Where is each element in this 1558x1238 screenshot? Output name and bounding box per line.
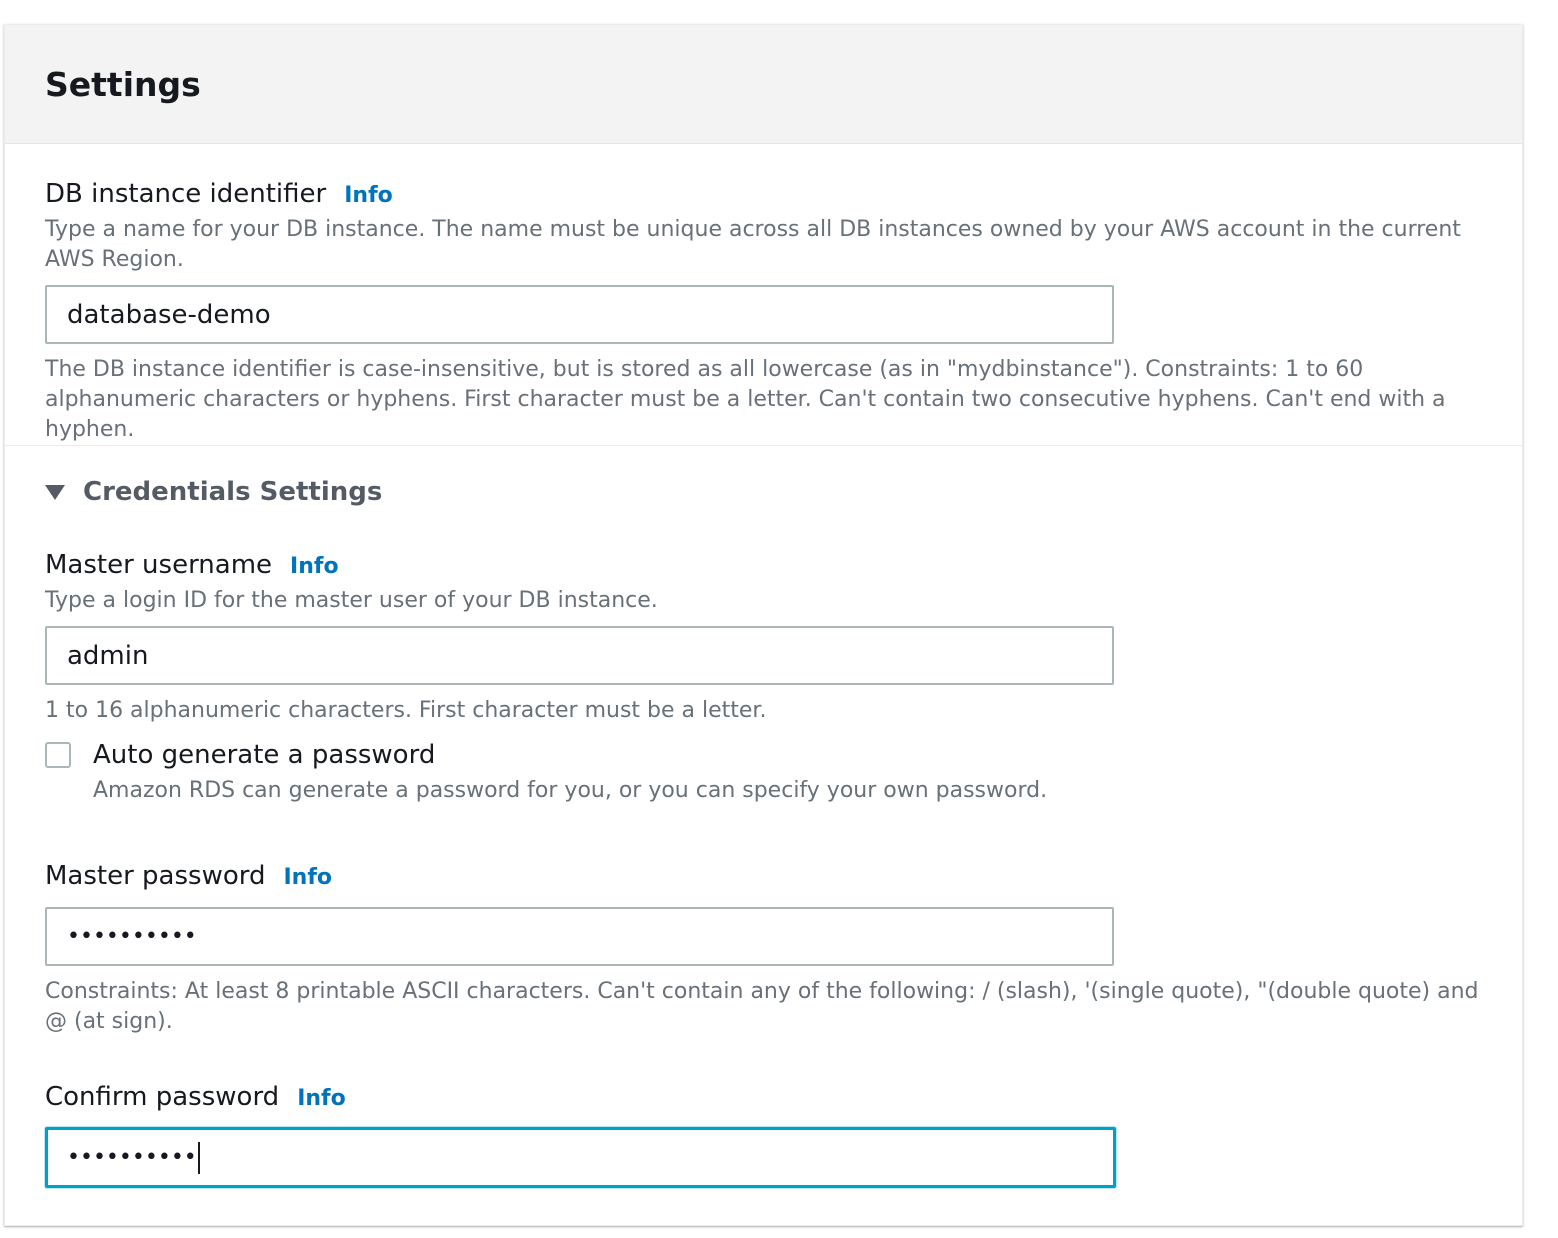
auto-generate-password-row	[45, 742, 71, 768]
confirm-password-input[interactable]: ••••••••••	[45, 1127, 1116, 1188]
master-password-info-link[interactable]: Info	[284, 865, 333, 890]
db-identifier-input[interactable]: database-demo	[45, 285, 1114, 344]
master-password-label: Master password Info	[45, 861, 333, 891]
master-username-constraint: 1 to 16 alphanumeric characters. First c…	[45, 698, 767, 723]
master-password-value: ••••••••••	[67, 924, 197, 949]
db-identifier-label: DB instance identifier Info	[45, 179, 393, 209]
master-username-label: Master username Info	[45, 550, 339, 580]
credentials-settings-toggle[interactable]: Credentials Settings	[45, 477, 382, 507]
text-caret	[197, 1141, 200, 1174]
master-password-input[interactable]: ••••••••••	[45, 907, 1114, 966]
auto-generate-password-description: Amazon RDS can generate a password for y…	[93, 778, 1048, 803]
caret-down-icon	[45, 484, 65, 500]
panel-title: Settings	[45, 65, 201, 104]
master-username-value: admin	[67, 640, 149, 671]
master-username-description: Type a login ID for the master user of y…	[45, 588, 658, 613]
auto-generate-password-checkbox[interactable]	[45, 742, 71, 768]
db-identifier-description: Type a name for your DB instance. The na…	[45, 217, 1461, 272]
section-divider	[5, 445, 1522, 446]
master-password-constraint: Constraints: At least 8 printable ASCII …	[45, 979, 1479, 1034]
db-identifier-info-link[interactable]: Info	[344, 183, 393, 208]
master-username-input[interactable]: admin	[45, 626, 1114, 685]
confirm-password-value: ••••••••••	[67, 1145, 197, 1170]
master-username-info-link[interactable]: Info	[290, 554, 339, 579]
settings-panel: Settings DB instance identifier Info Type…	[4, 24, 1523, 1226]
db-identifier-value: database-demo	[67, 299, 271, 330]
confirm-password-info-link[interactable]: Info	[297, 1086, 346, 1111]
confirm-password-label: Confirm password Info	[45, 1082, 346, 1112]
db-identifier-constraint: The DB instance identifier is case-insen…	[45, 357, 1446, 442]
auto-generate-password-label[interactable]: Auto generate a password	[93, 738, 435, 772]
credentials-settings-title: Credentials Settings	[83, 477, 383, 507]
panel-header: Settings	[5, 25, 1522, 144]
